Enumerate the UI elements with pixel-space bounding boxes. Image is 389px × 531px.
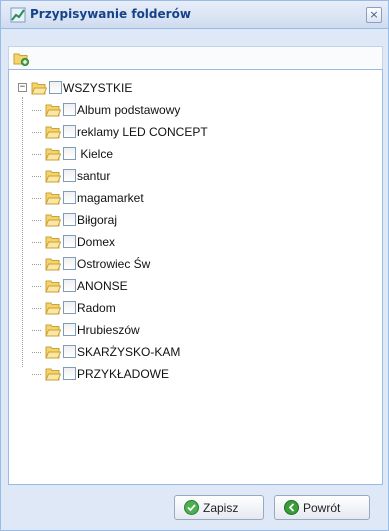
folder-assign-dialog: Przypisywanie folderów × − WSZYSTKIE Alb…	[0, 0, 389, 531]
folder-label[interactable]: magamarket	[77, 190, 144, 206]
folder-checkbox[interactable]	[63, 213, 76, 226]
folder-icon	[45, 192, 61, 205]
tree-root-node[interactable]: − WSZYSTKIE	[18, 79, 358, 97]
folder-icon	[45, 258, 61, 271]
folder-checkbox[interactable]	[63, 301, 76, 314]
folder-label[interactable]: PRZYKŁADOWE	[77, 366, 169, 382]
tree-connector-line	[32, 374, 41, 375]
tree-toolbar	[8, 46, 383, 69]
collapse-toggle-icon[interactable]: −	[18, 83, 27, 92]
folder-open-icon	[31, 82, 47, 95]
tree-connector-line	[32, 330, 41, 331]
chart-icon	[10, 7, 26, 23]
folder-label[interactable]: Hrubieszów	[77, 322, 140, 338]
folder-label[interactable]: ANONSE	[77, 278, 128, 294]
folder-icon	[45, 214, 61, 227]
tree-connector-line	[32, 154, 41, 155]
folder-checkbox[interactable]	[63, 323, 76, 336]
folder-add-icon[interactable]	[13, 50, 29, 66]
tree-connector-line	[32, 308, 41, 309]
folder-label[interactable]: Kielce	[77, 146, 113, 162]
folder-label[interactable]: Domex	[77, 234, 115, 250]
folder-label[interactable]: santur	[77, 168, 110, 184]
folder-checkbox[interactable]	[63, 169, 76, 182]
folder-icon	[45, 170, 61, 183]
dialog-title: Przypisywanie folderów	[30, 7, 191, 21]
folder-label[interactable]: Radom	[77, 300, 116, 316]
folder-checkbox[interactable]	[63, 257, 76, 270]
folder-icon	[45, 324, 61, 337]
tree-connector-line	[32, 110, 41, 111]
folder-icon	[45, 148, 61, 161]
folder-label[interactable]: SKARŻYSKO-KAM	[77, 344, 180, 360]
folder-icon	[45, 104, 61, 117]
folder-checkbox[interactable]	[63, 279, 76, 292]
close-button[interactable]: ×	[366, 7, 382, 23]
folder-label[interactable]: Album podstawowy	[77, 102, 180, 118]
back-button[interactable]: Powrót	[274, 495, 370, 520]
tree-guide-line	[22, 97, 23, 367]
tree-connector-line	[32, 264, 41, 265]
folder-checkbox[interactable]	[63, 147, 76, 160]
folder-label[interactable]: Biłgoraj	[77, 212, 117, 228]
root-checkbox[interactable]	[49, 81, 62, 94]
tree-connector-line	[32, 242, 41, 243]
folder-icon	[45, 280, 61, 293]
tree-connector-line	[32, 132, 41, 133]
folder-icon	[45, 368, 61, 381]
tree-connector-line	[32, 352, 41, 353]
tree-connector-line	[32, 176, 41, 177]
folder-checkbox[interactable]	[63, 125, 76, 138]
back-button-label: Powrót	[303, 501, 341, 515]
folder-label[interactable]: Ostrowiec Św	[77, 256, 150, 272]
folder-tree-panel[interactable]: − WSZYSTKIE Album podstawowy reklamy LED …	[8, 69, 383, 485]
save-button[interactable]: Zapisz	[174, 495, 264, 520]
folder-icon	[45, 126, 61, 139]
save-button-label: Zapisz	[203, 501, 239, 515]
checkmark-icon	[184, 500, 199, 515]
folder-icon	[45, 346, 61, 359]
folder-label[interactable]: reklamy LED CONCEPT	[77, 124, 208, 140]
tree-connector-line	[32, 220, 41, 221]
folder-checkbox[interactable]	[63, 235, 76, 248]
back-arrow-icon	[284, 500, 299, 515]
tree-connector-line	[32, 286, 41, 287]
folder-icon	[45, 302, 61, 315]
tree-root-label[interactable]: WSZYSTKIE	[63, 80, 132, 96]
folder-icon	[45, 236, 61, 249]
folder-checkbox[interactable]	[63, 191, 76, 204]
folder-checkbox[interactable]	[63, 367, 76, 380]
folder-checkbox[interactable]	[63, 103, 76, 116]
dialog-titlebar[interactable]: Przypisywanie folderów ×	[1, 1, 388, 29]
folder-checkbox[interactable]	[63, 345, 76, 358]
tree-connector-line	[32, 198, 41, 199]
